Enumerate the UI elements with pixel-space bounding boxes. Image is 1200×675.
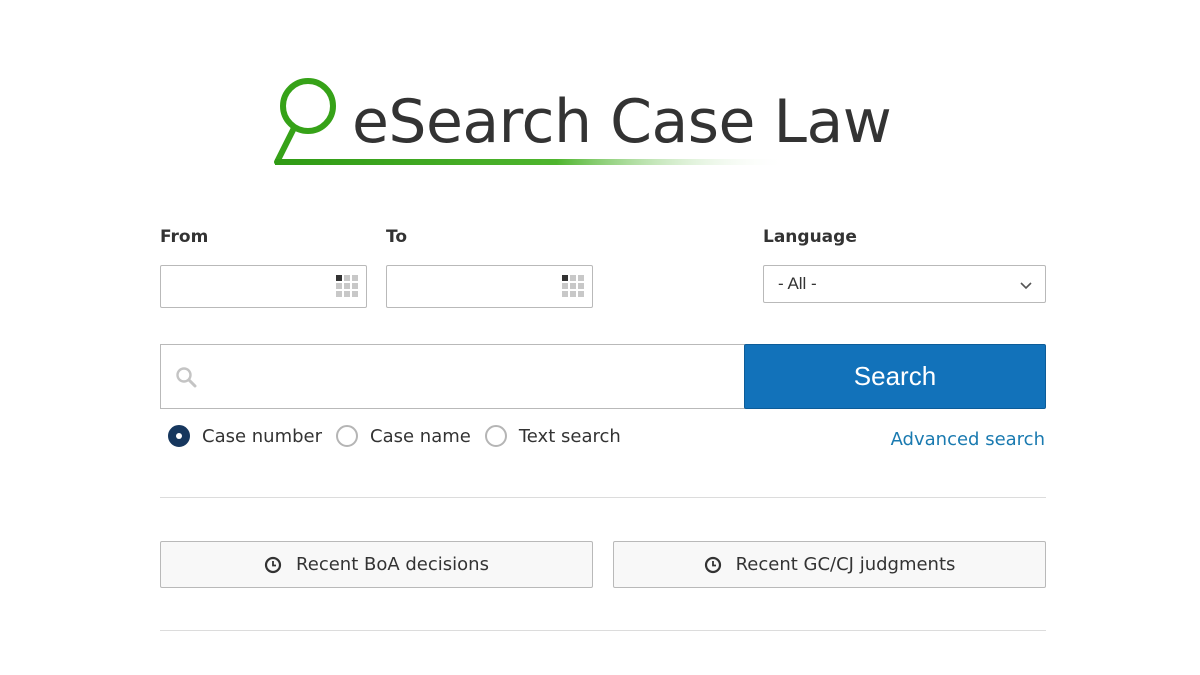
to-date-field[interactable] [386, 265, 593, 308]
radio-label: Case name [370, 425, 471, 447]
to-date-input[interactable] [387, 266, 547, 307]
radio-text-search[interactable]: Text search [484, 425, 621, 447]
language-select[interactable]: - All - [763, 265, 1046, 303]
search-mode-group: Case number Case name Text search [168, 423, 635, 449]
calendar-icon[interactable] [562, 275, 584, 297]
search-icon [176, 367, 197, 388]
search-button[interactable]: Search [744, 344, 1046, 409]
radio-button[interactable] [484, 425, 507, 447]
from-date-input[interactable] [161, 266, 321, 307]
logo-title: eSearch Case Law [352, 87, 892, 157]
radio-label: Case number [202, 425, 323, 447]
search-field[interactable] [160, 344, 745, 409]
recent-boa-label: Recent BoA decisions [296, 554, 489, 575]
divider [160, 497, 1046, 498]
radio-case-number[interactable]: Case number [168, 425, 322, 447]
clock-icon [264, 556, 282, 573]
radio-case-name[interactable]: Case name [336, 425, 471, 447]
from-label: From [160, 227, 209, 247]
clock-icon [704, 556, 721, 573]
search-input[interactable] [209, 345, 729, 408]
to-label: To [386, 227, 408, 247]
radio-label: Text search [518, 425, 621, 447]
recent-gc-label: Recent GC/CJ judgments [735, 554, 956, 575]
calendar-icon[interactable] [336, 275, 358, 297]
recent-gc-cj-judgments-button[interactable]: Recent GC/CJ judgments [613, 541, 1046, 588]
recent-boa-decisions-button[interactable]: Recent BoA decisions [160, 541, 593, 588]
advanced-search-link[interactable]: Advanced search [891, 429, 1045, 450]
divider [160, 630, 1046, 631]
radio-button[interactable] [168, 425, 190, 447]
from-date-field[interactable] [160, 265, 367, 308]
language-selected-value: - All - [778, 274, 817, 293]
radio-button[interactable] [336, 425, 359, 447]
chevron-down-icon [1020, 282, 1032, 290]
language-label: Language [763, 227, 857, 247]
